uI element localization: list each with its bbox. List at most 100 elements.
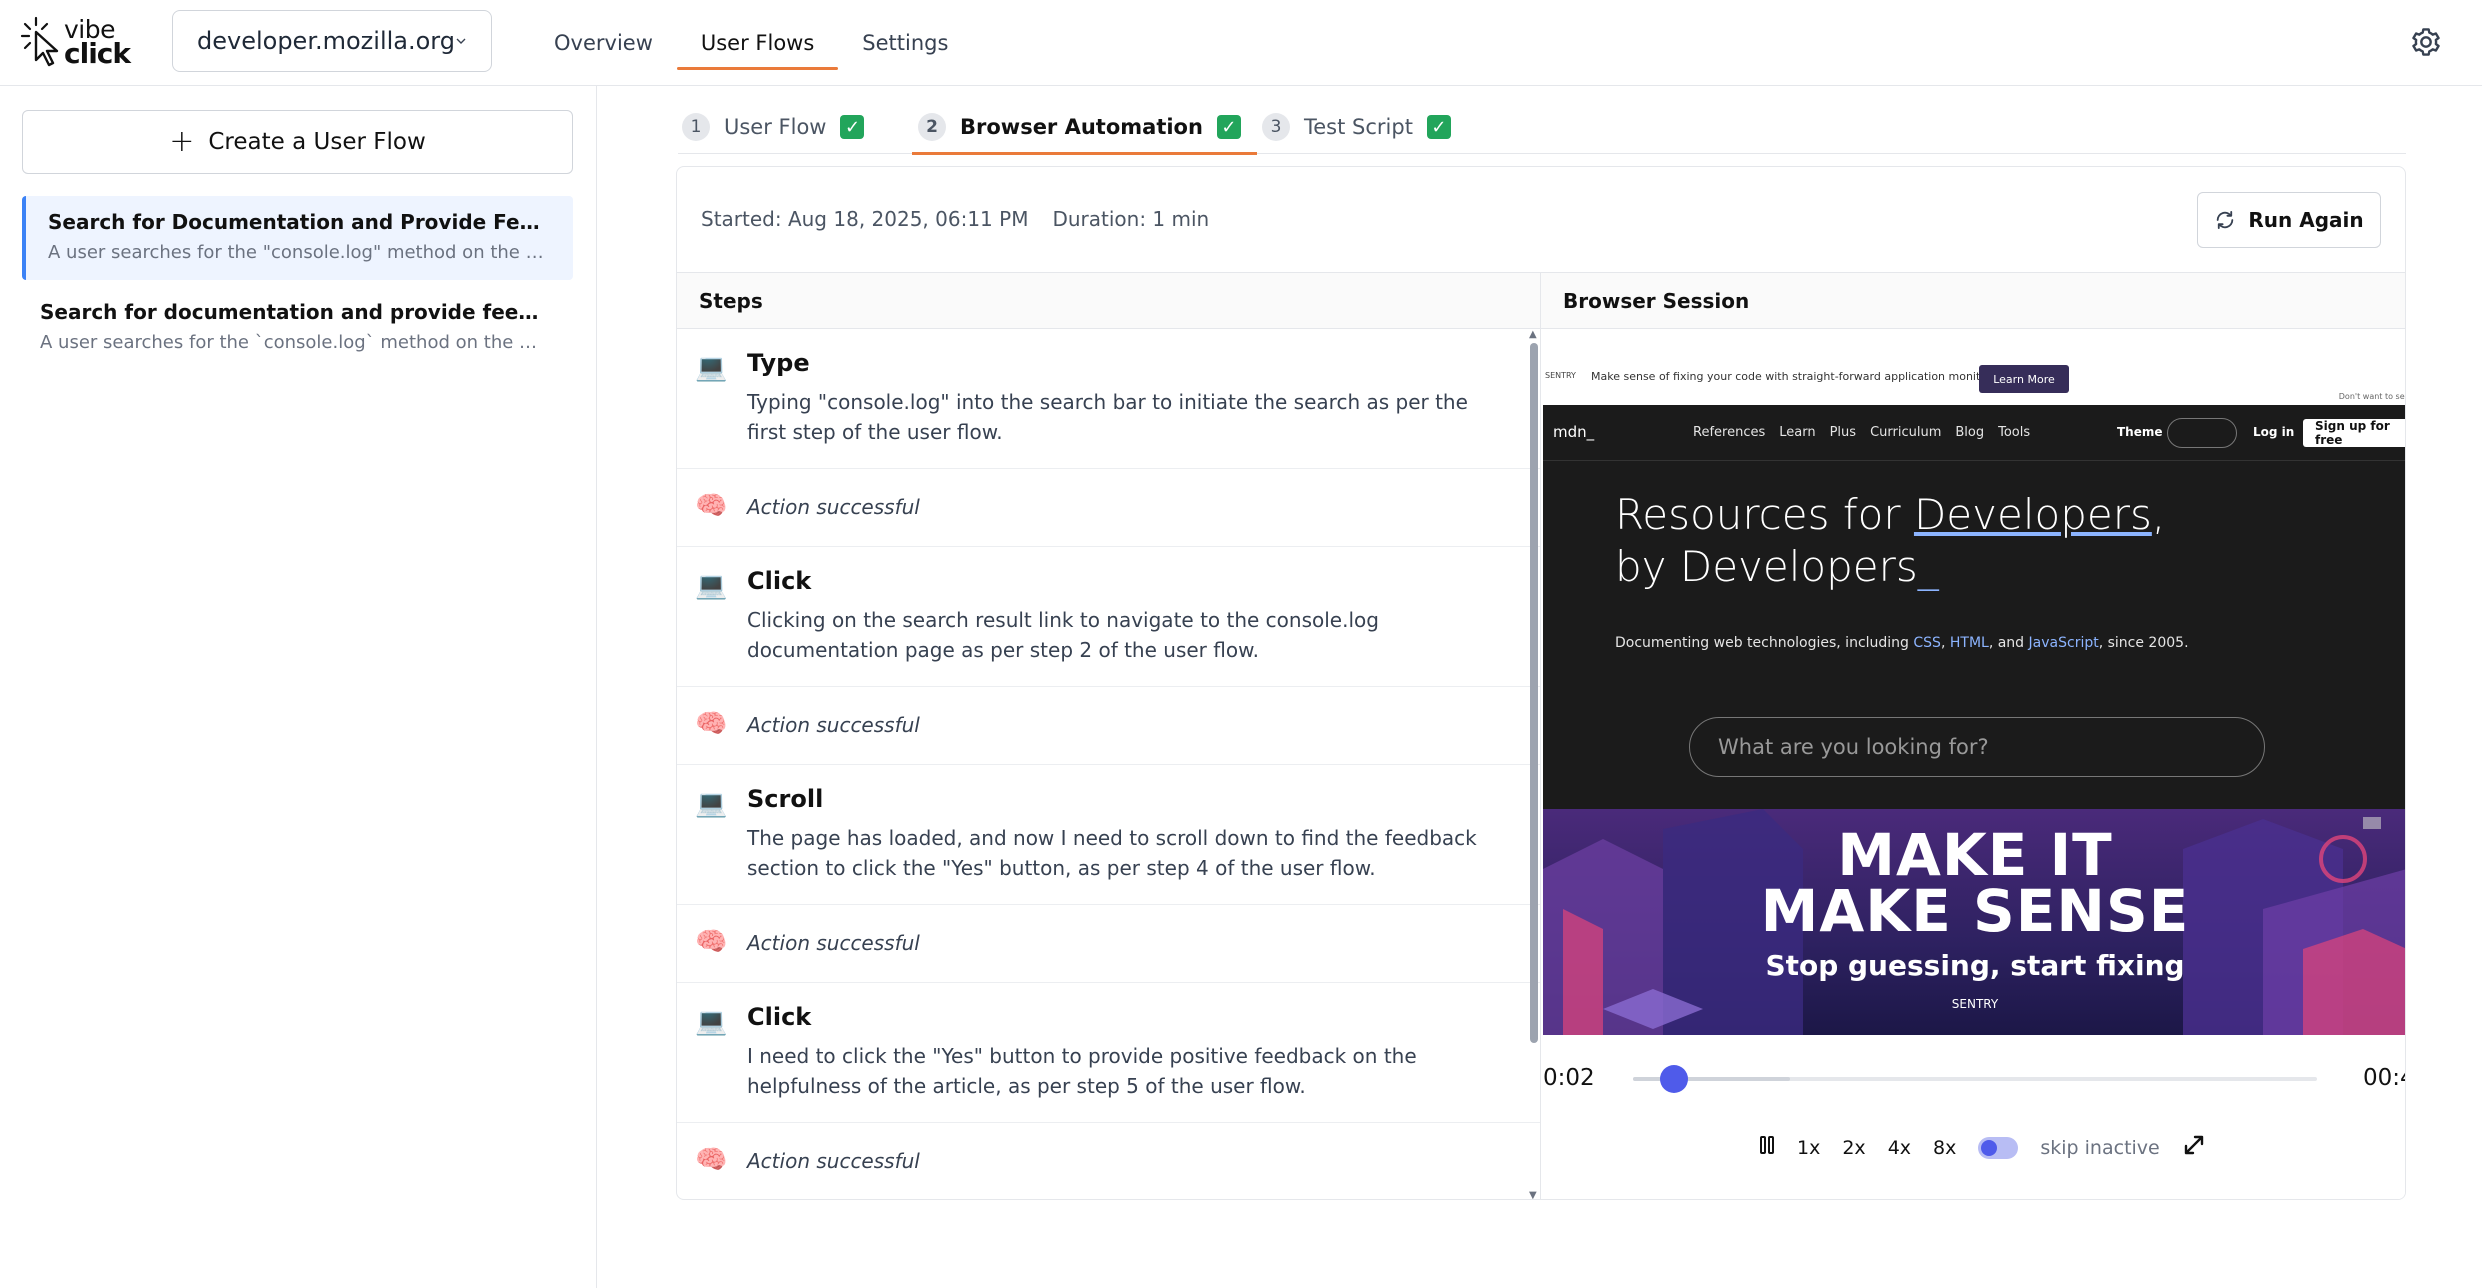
total-time: 00:4 bbox=[2363, 1065, 2405, 1091]
ad-dismiss-text: Don't want to see a bbox=[2338, 392, 2405, 401]
scroll-up-arrow-icon[interactable]: ▲ bbox=[1529, 329, 1537, 340]
tab-label: Test Script bbox=[1304, 115, 1413, 139]
player-controls: 1x 2x 4x 8x skip inactive bbox=[1759, 1133, 2206, 1162]
brain-icon: 🧠 bbox=[695, 927, 728, 957]
flow-description: A user searches for the `console.log` me… bbox=[40, 332, 551, 353]
banner-brand: SENTRY bbox=[1951, 997, 1999, 1011]
flow-title: Search for Documentation and Provide Fee… bbox=[48, 210, 551, 234]
progress-track[interactable] bbox=[1633, 1077, 2317, 1081]
skip-inactive-toggle[interactable] bbox=[1978, 1136, 2019, 1159]
progress-knob[interactable] bbox=[1660, 1065, 1689, 1093]
brain-icon: 🧠 bbox=[695, 491, 728, 521]
steps-scrollbar[interactable]: ▲ ▼ bbox=[1527, 329, 1541, 1199]
step-description: Typing "console.log" into the search bar… bbox=[747, 390, 1468, 444]
step-action-row: 💻 Type Typing "console.log" into the searc… bbox=[677, 329, 1540, 469]
step-description: Clicking on the search result link to na… bbox=[747, 608, 1379, 662]
hero-sub-link: JavaScript bbox=[2028, 635, 2099, 651]
chevron-down-icon bbox=[456, 38, 466, 44]
flow-list-item-active[interactable]: Search for Documentation and Provide Fee… bbox=[22, 196, 573, 280]
browser-session-header: Browser Session bbox=[1541, 273, 2405, 329]
laptop-icon: 💻 bbox=[695, 353, 728, 383]
hero-sub-text: , and bbox=[1988, 635, 2029, 651]
run-again-button[interactable]: Run Again bbox=[2197, 192, 2381, 248]
vibeclick-logo[interactable]: vibe click bbox=[20, 14, 131, 70]
mdn-nav: mdn_ References Learn Plus Curriculum Bl… bbox=[1543, 405, 2405, 461]
speed-4x-button[interactable]: 4x bbox=[1888, 1137, 1911, 1159]
hero-sub-link: CSS bbox=[1913, 635, 1941, 651]
step-result-text: Action successful bbox=[747, 1149, 920, 1173]
step-result-row: 🧠 Action successful bbox=[677, 1123, 1540, 1199]
mdn-nav-links: References Learn Plus Curriculum Blog To… bbox=[1693, 425, 2030, 440]
tab-test-script[interactable]: 3 Test Script ✓ bbox=[1262, 100, 1451, 154]
check-icon: ✓ bbox=[1426, 115, 1451, 139]
ad-text: Make sense of fixing your code with stra… bbox=[1591, 370, 2013, 383]
step-action-row: 💻 Click Clicking on the search result link… bbox=[677, 547, 1540, 687]
flow-title: Search for documentation and provide fee… bbox=[40, 300, 551, 324]
step-action-row: 💻 Click I need to click the "Yes" button t… bbox=[677, 983, 1540, 1123]
tab-user-flow[interactable]: 1 User Flow ✓ bbox=[682, 100, 865, 154]
step-title: Type bbox=[747, 349, 810, 377]
mdn-signup: Sign up for free bbox=[2303, 419, 2405, 447]
mdn-link: Blog bbox=[1955, 425, 1985, 440]
ad-sentry-logo: SENTRY bbox=[1545, 371, 1576, 380]
run-again-label: Run Again bbox=[2248, 208, 2364, 232]
plus-icon: + bbox=[169, 124, 195, 159]
mdn-logo: mdn_ bbox=[1553, 423, 1595, 441]
banner-line: MAKE SENSE bbox=[1760, 877, 2190, 945]
step-title: Scroll bbox=[747, 785, 824, 813]
mdn-hero-subtitle: Documenting web technologies, including … bbox=[1615, 635, 2189, 651]
tab-label: Browser Automation bbox=[960, 115, 1203, 139]
tab-browser-automation[interactable]: 2 Browser Automation ✓ bbox=[912, 100, 1257, 155]
sidebar: + Create a User Flow Search for Document… bbox=[0, 86, 597, 1288]
pause-icon[interactable] bbox=[1759, 1135, 1775, 1160]
step-tabs: 1 User Flow ✓ 2 Browser Automation ✓ 3 T… bbox=[678, 100, 2406, 155]
speed-1x-button[interactable]: 1x bbox=[1797, 1137, 1820, 1159]
speed-2x-button[interactable]: 2x bbox=[1842, 1137, 1865, 1159]
hero-cursor: _ bbox=[1917, 542, 1939, 591]
mdn-theme-label: Theme bbox=[2117, 425, 2163, 439]
mdn-login: Log in bbox=[2253, 425, 2295, 439]
main-nav: Overview User Flows Settings bbox=[530, 0, 972, 86]
browser-session: SENTRY Make sense of fixing your code wi… bbox=[1543, 329, 2405, 1199]
steps-list[interactable]: 💻 Type Typing "console.log" into the searc… bbox=[677, 329, 1541, 1199]
steps-column-header: Steps bbox=[677, 273, 1541, 329]
laptop-icon: 💻 bbox=[695, 571, 728, 601]
brain-icon: 🧠 bbox=[695, 1145, 728, 1175]
run-meta: Started: Aug 18, 2025, 06:11 PM Duration… bbox=[701, 207, 1209, 231]
mdn-link: Curriculum bbox=[1870, 425, 1942, 440]
laptop-icon: 💻 bbox=[695, 789, 728, 819]
step-result-text: Action successful bbox=[747, 495, 920, 519]
hero-sub-text: Documenting web technologies, including bbox=[1615, 635, 1914, 651]
gear-icon[interactable] bbox=[2410, 26, 2442, 58]
step-description: The page has loaded, and now I need to s… bbox=[747, 826, 1477, 880]
replay-player: 0:02 00:4 1x 2x 4x 8x skip inactive bbox=[1543, 1035, 2405, 1199]
run-started: Started: Aug 18, 2025, 06:11 PM bbox=[701, 207, 1029, 231]
brain-icon: 🧠 bbox=[695, 709, 728, 739]
step-result-row: 🧠 Action successful bbox=[677, 905, 1540, 983]
hero-text: Resources for bbox=[1615, 490, 1914, 539]
domain-select[interactable]: developer.mozilla.org bbox=[172, 10, 492, 72]
step-result-text: Action successful bbox=[747, 931, 920, 955]
hero-text: by Developers bbox=[1615, 542, 1918, 591]
hero-text: , bbox=[2151, 490, 2166, 539]
scroll-down-arrow-icon[interactable]: ▼ bbox=[1529, 1190, 1537, 1199]
flow-list-item[interactable]: Search for documentation and provide fee… bbox=[22, 286, 573, 370]
nav-tab-overview[interactable]: Overview bbox=[530, 0, 677, 86]
step-description: I need to click the "Yes" button to prov… bbox=[747, 1044, 1417, 1098]
refresh-icon bbox=[2217, 211, 2234, 229]
buffered-bar bbox=[1633, 1077, 1791, 1081]
mdn-link: References bbox=[1693, 425, 1766, 440]
run-duration: Duration: 1 min bbox=[1052, 207, 1210, 231]
nav-tab-settings[interactable]: Settings bbox=[838, 0, 972, 86]
create-user-flow-button[interactable]: + Create a User Flow bbox=[22, 110, 573, 174]
scrollbar-thumb[interactable] bbox=[1530, 343, 1538, 1043]
mdn-theme-switch bbox=[2167, 418, 2237, 448]
step-number: 3 bbox=[1262, 113, 1290, 141]
top-header: vibe click developer.mozilla.org Overvie… bbox=[0, 0, 2482, 86]
fullscreen-icon[interactable] bbox=[2182, 1133, 2206, 1162]
step-number: 2 bbox=[918, 113, 946, 141]
nav-tab-user-flows[interactable]: User Flows bbox=[676, 0, 839, 86]
step-result-row: 🧠 Action successful bbox=[677, 687, 1540, 765]
speed-8x-button[interactable]: 8x bbox=[1933, 1137, 1956, 1159]
mdn-link: Tools bbox=[1998, 425, 2031, 440]
